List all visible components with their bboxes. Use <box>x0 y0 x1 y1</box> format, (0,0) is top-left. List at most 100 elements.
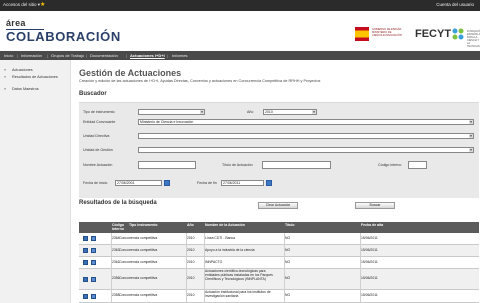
edit-icon[interactable] <box>83 260 88 265</box>
calendar-icon[interactable] <box>266 180 272 186</box>
cell-nombre: Línea CDTI - Banca <box>205 236 235 240</box>
spain-flag-icon <box>355 27 369 41</box>
cell-nombre: Apoyo a la industria de la ciencia <box>205 248 255 252</box>
entidad-convocante-label: Entidad Convocante <box>83 120 116 124</box>
gobierno-text: GOBIERNO DE ESPAÑA MINISTERIO DE CIENCIA… <box>372 28 402 38</box>
logo-area-text: área <box>6 18 26 28</box>
sidebar-item-label: Actuaciones <box>12 68 33 72</box>
user-account-link[interactable]: Cuenta del usuario <box>436 2 474 7</box>
view-icon[interactable] <box>91 236 96 241</box>
fecha-inicio-input[interactable]: 27/06/2001 <box>115 180 162 186</box>
cell-fecha: 15/06/2011 <box>361 293 378 297</box>
unidad-directiva-select[interactable] <box>138 133 474 139</box>
top-bar: Accesos del sitio ▾ ★ Cuenta del usuario <box>0 0 480 11</box>
star-icon[interactable]: ★ <box>40 1 45 9</box>
cell-fecha: 15/06/2011 <box>361 260 378 264</box>
nav-separator: | <box>47 53 49 58</box>
edit-icon[interactable] <box>83 248 88 253</box>
view-icon[interactable] <box>91 260 96 265</box>
cell-anio: 2010 <box>187 236 195 240</box>
unidad-gestion-label: Unidad de Gestión <box>83 148 113 152</box>
nav-informes[interactable]: Informes <box>172 53 188 58</box>
table-row: 2361 Concurrencia competitiva 2010 INNPA… <box>79 257 479 269</box>
anio-select[interactable]: 2010 <box>263 109 317 115</box>
col-tipo-header[interactable]: Tipo instrumento <box>129 223 158 228</box>
nav-grupos-trabajo[interactable]: Grupos de Trabajo <box>51 53 84 58</box>
col-codigo-header[interactable]: Código interno <box>112 223 126 231</box>
sidebar-item-label: Datos Maestros <box>12 87 39 91</box>
cell-nombre: INNPACTO <box>205 260 223 264</box>
nav-inicio[interactable]: Inicio <box>4 53 13 58</box>
sidebar: » Actuaciones » Resultados de Actuacione… <box>0 60 71 303</box>
view-icon[interactable] <box>91 294 96 299</box>
cell-tipo: Concurrencia competitiva <box>119 260 158 264</box>
clear-actuacion-button[interactable]: Clear Actuación <box>258 202 298 209</box>
cell-titulo: NO <box>285 236 291 240</box>
edit-icon[interactable] <box>83 236 88 241</box>
column-divider <box>360 233 361 303</box>
resultados-title: Resultados de la búsqueda <box>79 200 157 206</box>
col-fecha-header[interactable]: Fecha de alta <box>361 223 383 228</box>
col-nombre-header[interactable]: Nombre de la Actuación <box>205 223 245 228</box>
codigo-interno-label: Código interno <box>378 163 402 167</box>
cell-titulo: NO <box>285 248 291 252</box>
fecha-fin-label: Fecha de fin <box>197 181 217 185</box>
unidad-gestion-select[interactable] <box>138 147 474 153</box>
codigo-interno-input[interactable] <box>408 161 427 169</box>
nombre-actuacion-input[interactable] <box>138 161 196 169</box>
search-form: Tipo de instrumento Año 2010 Entidad Con… <box>79 102 479 198</box>
main-nav: Inicio | Información | Grupos de Trabajo… <box>0 51 480 60</box>
fecyt-logo-text: FECYT <box>415 28 452 40</box>
page-title: Gestión de Actuaciones <box>79 68 182 78</box>
nav-separator: | <box>126 53 128 58</box>
cell-fecha: 15/06/2011 <box>361 248 378 252</box>
nombre-actuacion-label: Nombre Actuación <box>83 163 113 167</box>
cell-anio: 2010 <box>187 276 195 280</box>
cell-fecha: 15/06/2011 <box>361 236 378 240</box>
buscar-button[interactable]: Buscar <box>355 202 395 209</box>
fecha-fin-input[interactable]: 27/06/2011 <box>221 180 264 186</box>
col-anio-header[interactable]: Año <box>187 223 194 228</box>
cell-tipo: Concurrencia competitiva <box>119 236 158 240</box>
nav-separator: | <box>17 53 19 58</box>
unidad-directiva-label: Unidad Directiva <box>83 134 110 138</box>
fecyt-subtitle: FUNDACIÓN ESPAÑOLA PARA LA CIENCIA Y LA … <box>467 30 480 48</box>
fecha-inicio-label: Fecha de Inicio <box>83 181 108 185</box>
accesos-menu[interactable]: Accesos del sitio ▾ <box>3 2 40 8</box>
tipo-instrumento-select[interactable] <box>138 109 205 115</box>
calendar-icon[interactable] <box>164 180 170 186</box>
column-divider <box>204 233 205 303</box>
table-header: Código interno Tipo instrumento Año Nomb… <box>79 222 479 233</box>
main-content: Gestión de Actuaciones Creación y edició… <box>71 60 480 303</box>
cell-nombre: Actuaciones científico-tecnológicas para… <box>205 269 273 281</box>
arrow-right-icon: » <box>4 74 7 79</box>
table-row: 2363 Concurrencia competitiva 2010 Apoyo… <box>79 245 479 257</box>
anio-label: Año <box>247 110 254 114</box>
cell-anio: 2010 <box>187 248 195 252</box>
cell-titulo: NO <box>285 260 291 264</box>
entidad-convocante-select[interactable]: Ministerio de Ciencia e Innovación <box>138 119 474 125</box>
cell-tipo: Concurrencia competitiva <box>119 276 158 280</box>
tipo-instrumento-label: Tipo de instrumento <box>83 110 115 114</box>
cell-fecha: 15/06/2011 <box>361 276 378 280</box>
nav-informacion[interactable]: Información <box>21 53 42 58</box>
nav-actuaciones[interactable]: Actuaciones I+D+I <box>130 53 165 58</box>
cell-titulo: NO <box>285 276 291 280</box>
titulo-actuacion-input[interactable] <box>262 161 331 169</box>
column-divider <box>111 233 112 303</box>
gobierno-logo: GOBIERNO DE ESPAÑA MINISTERIO DE CIENCIA… <box>355 27 402 41</box>
table-row: 2358 Concurrencia competitiva 2010 Actua… <box>79 290 479 303</box>
edit-icon[interactable] <box>83 277 88 282</box>
nav-separator: | <box>86 53 88 58</box>
page-description: Creación y edición de las actuaciones de… <box>79 79 321 83</box>
edit-icon[interactable] <box>83 294 88 299</box>
logo-colaboracion[interactable]: COLABORACIÓN <box>6 30 121 44</box>
nav-documentacion[interactable]: Documentación <box>90 53 118 58</box>
fecyt-logo-icon <box>452 28 464 40</box>
cell-titulo: NO <box>285 293 291 297</box>
col-titulo-header[interactable]: Título <box>285 223 295 228</box>
sidebar-item-label: Resultados de Actuaciones <box>12 75 58 79</box>
view-icon[interactable] <box>91 277 96 282</box>
view-icon[interactable] <box>91 248 96 253</box>
table-row: 2364 Concurrencia competitiva 2010 Línea… <box>79 233 479 245</box>
